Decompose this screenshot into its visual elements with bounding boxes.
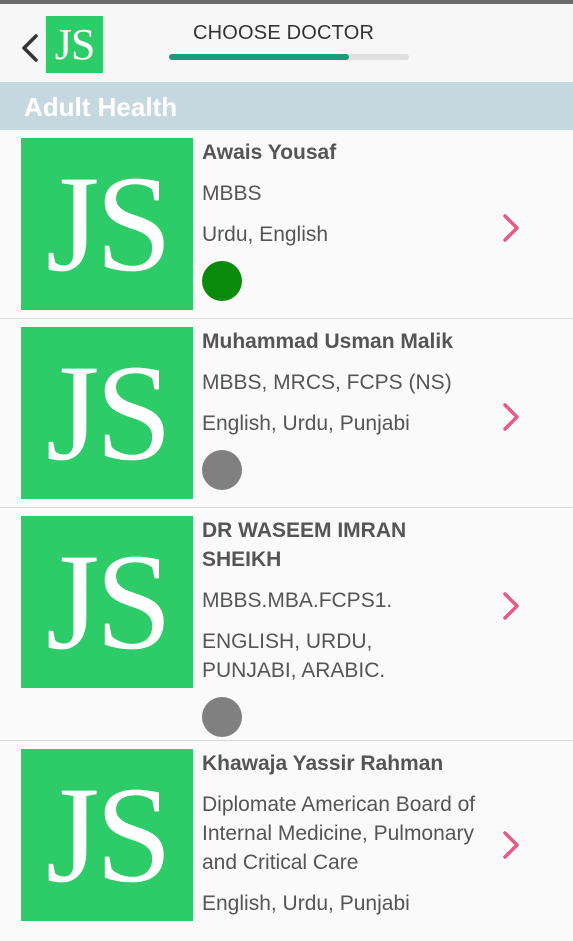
doctor-name: Khawaja Yassir Rahman — [202, 752, 444, 775]
back-button[interactable] — [16, 28, 44, 68]
doctor-languages: English, Urdu, Punjabi — [202, 892, 410, 915]
app-logo: JS — [46, 16, 103, 73]
header: JS CHOOSE DOCTOR — [0, 4, 573, 82]
doctor-avatar: JS — [21, 516, 193, 688]
doctor-languages: English, Urdu, Punjabi — [202, 412, 410, 435]
doctor-info: Awais Yousaf MBBS Urdu, English — [202, 138, 492, 301]
doctor-avatar: JS — [21, 327, 193, 499]
doctor-list: JS Awais Yousaf MBBS Urdu, English JS Mu… — [0, 130, 573, 941]
status-dot — [202, 450, 242, 490]
doctor-qualification: MBBS — [202, 182, 262, 205]
doctor-name: Muhammad Usman Malik — [202, 330, 453, 353]
doctor-qualification: MBBS, MRCS, FCPS (NS) — [202, 371, 452, 394]
section-header: Adult Health — [0, 82, 573, 130]
page-title: CHOOSE DOCTOR — [193, 22, 375, 44]
section-title: Adult Health — [24, 92, 178, 122]
chevron-left-icon — [22, 34, 38, 62]
chevron-right-icon[interactable] — [499, 399, 523, 435]
doctor-card[interactable]: JS DR WASEEM IMRAN SHEIKH MBBS.MBA.FCPS1… — [0, 508, 573, 741]
doctor-info: Muhammad Usman Malik MBBS, MRCS, FCPS (N… — [202, 327, 492, 490]
doctor-info: Khawaja Yassir Rahman Diplomate American… — [202, 749, 492, 930]
chevron-right-icon[interactable] — [499, 210, 523, 246]
doctor-qualification: MBBS.MBA.FCPS1. — [202, 589, 393, 612]
doctor-info: DR WASEEM IMRAN SHEIKH MBBS.MBA.FCPS1. E… — [202, 516, 492, 737]
status-dot — [202, 697, 242, 737]
doctor-avatar: JS — [21, 749, 193, 921]
doctor-qualification: Diplomate American Board of Internal Med… — [202, 793, 476, 874]
doctor-avatar: JS — [21, 138, 193, 310]
progress-fill — [169, 54, 349, 60]
doctor-card[interactable]: JS Khawaja Yassir Rahman Diplomate Ameri… — [0, 741, 573, 941]
doctor-card[interactable]: JS Muhammad Usman Malik MBBS, MRCS, FCPS… — [0, 319, 573, 508]
doctor-name: Awais Yousaf — [202, 141, 337, 164]
status-dot — [202, 261, 242, 301]
doctor-name: DR WASEEM IMRAN SHEIKH — [202, 519, 407, 571]
doctor-languages: ENGLISH, URDU, PUNJABI, ARABIC. — [202, 630, 386, 682]
chevron-right-icon[interactable] — [499, 827, 523, 863]
doctor-languages: Urdu, English — [202, 223, 329, 246]
progress-bar — [169, 54, 409, 60]
chevron-right-icon[interactable] — [499, 588, 523, 624]
doctor-card[interactable]: JS Awais Yousaf MBBS Urdu, English — [0, 130, 573, 319]
